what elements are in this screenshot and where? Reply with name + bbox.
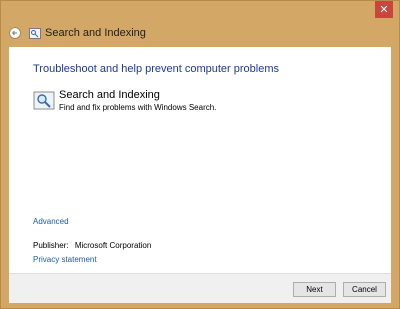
cancel-button[interactable]: Cancel [343,282,386,297]
navigation-row: Search and Indexing [1,23,399,45]
button-bar: Next Cancel [9,273,391,303]
title-bar: ✕ [1,1,399,25]
close-button[interactable]: ✕ [375,1,393,18]
troubleshooter-window: ✕ Search and Indexing Troubleshoot and h… [0,0,400,309]
search-indexing-icon [29,28,41,39]
publisher-info: Publisher: Microsoft Corporation [33,241,151,250]
page-heading: Troubleshoot and help prevent computer p… [33,63,280,75]
close-icon: ✕ [379,3,389,16]
magnifier-icon [33,91,55,110]
back-arrow-icon [12,30,17,36]
content-panel: Troubleshoot and help prevent computer p… [9,47,391,273]
privacy-statement-link[interactable]: Privacy statement [33,255,97,264]
publisher-label: Publisher: [33,241,69,250]
back-button[interactable] [9,27,21,39]
window-title: Search and Indexing [45,27,146,39]
advanced-link[interactable]: Advanced [33,217,69,226]
item-title: Search and Indexing [59,89,160,101]
next-button[interactable]: Next [293,282,336,297]
item-description: Find and fix problems with Windows Searc… [59,103,217,112]
publisher-value: Microsoft Corporation [74,241,152,250]
troubleshooter-item: Search and Indexing Find and fix problem… [33,89,313,121]
